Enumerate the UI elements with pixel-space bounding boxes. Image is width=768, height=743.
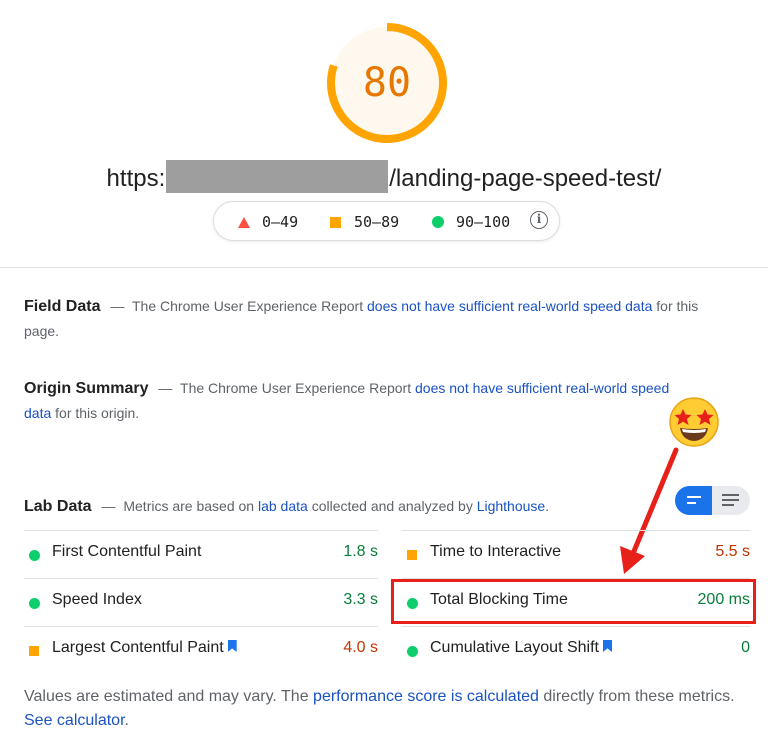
metric-time-to-interactive: Time to Interactive 5.5 s [402, 530, 750, 577]
average-status-icon [407, 550, 417, 560]
annotation-highlight-box [391, 579, 756, 624]
metric-name: First Contentful Paint [52, 543, 202, 560]
metric-name-wrapper: Largest Contentful Paint [52, 639, 237, 657]
metric-name: Speed Index [52, 591, 142, 608]
metric-value: 3.3 s [343, 591, 378, 608]
lab-data-dash: — [101, 498, 116, 514]
view-toggle-expanded[interactable] [712, 486, 750, 515]
good-status-icon [29, 550, 40, 561]
good-status-icon [29, 598, 40, 609]
metric-first-contentful-paint: First Contentful Paint 1.8 s [24, 530, 378, 577]
metric-value: 4.0 s [343, 639, 378, 656]
lab-data-section: Lab Data — Metrics are based on lab data… [24, 494, 624, 519]
metric-value: 1.8 s [343, 543, 378, 560]
lab-data-link[interactable]: lab data [258, 498, 308, 514]
lab-data-text-middle: collected and analyzed by [311, 498, 473, 514]
metric-speed-index: Speed Index 3.3 s [24, 578, 378, 625]
footer-text-after: . [124, 712, 129, 729]
see-calculator-link[interactable]: See calculator [24, 712, 125, 729]
lab-data-text: Metrics are based on [123, 498, 255, 514]
metric-value: 5.5 s [715, 543, 750, 560]
lab-data-text-after: . [545, 498, 550, 514]
metric-name-wrapper: Cumulative Layout Shift [430, 639, 612, 657]
metric-cumulative-layout-shift: Cumulative Layout Shift 0 [402, 626, 750, 673]
footer-note: Values are estimated and may vary. The p… [24, 685, 744, 733]
good-status-icon [407, 646, 418, 657]
metric-name: Cumulative Layout Shift [430, 639, 599, 656]
bookmark-icon[interactable] [227, 640, 237, 652]
view-toggle-summary[interactable] [675, 486, 712, 515]
metric-name: Time to Interactive [430, 543, 562, 560]
average-status-icon [29, 646, 39, 656]
lab-data-heading: Lab Data [24, 498, 92, 515]
lighthouse-link[interactable]: Lighthouse [477, 498, 546, 514]
metric-value: 0 [741, 639, 750, 656]
footer-text: Values are estimated and may vary. The [24, 688, 309, 705]
metric-largest-contentful-paint: Largest Contentful Paint 4.0 s [24, 626, 378, 673]
metrics-view-toggle[interactable] [675, 486, 750, 515]
metric-name: Largest Contentful Paint [52, 639, 224, 656]
performance-score-link[interactable]: performance score is calculated [313, 688, 539, 705]
bookmark-icon[interactable] [602, 640, 612, 652]
footer-text-middle: directly from these metrics. [543, 688, 735, 705]
